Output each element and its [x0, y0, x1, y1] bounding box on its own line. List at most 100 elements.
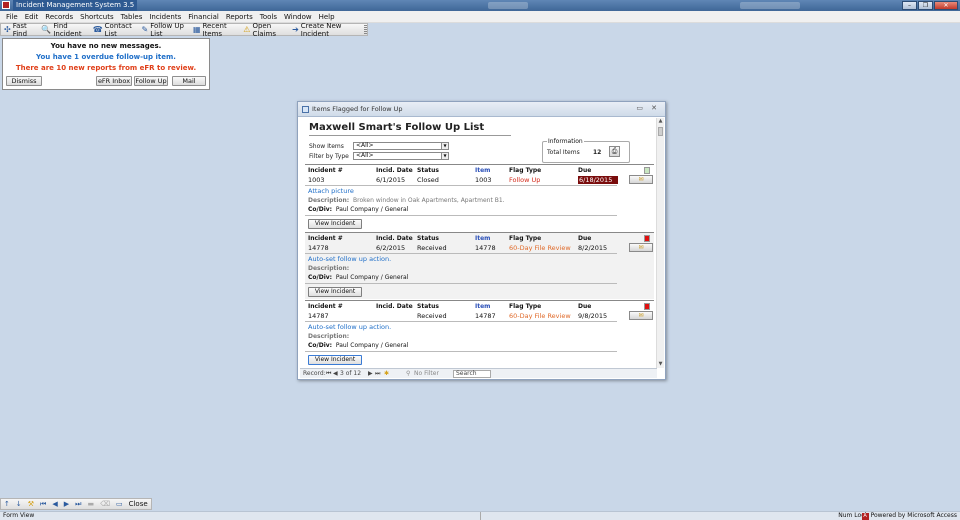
flag-action-button[interactable]: ✉ [629, 175, 653, 184]
menu-records[interactable]: Records [45, 13, 73, 21]
create-new-incident-button[interactable]: ➔ Create New Incident [292, 22, 356, 38]
row-divider [305, 321, 617, 322]
incident-date: 6/2/2015 [376, 244, 406, 252]
notification-buttons: Dismiss eFR Inbox Follow Up Mail [6, 76, 206, 86]
description-label: Description: [308, 333, 350, 340]
flag-action-button[interactable]: ✉ [629, 311, 653, 320]
close-form-icon[interactable]: ▭ [116, 500, 123, 508]
first-record-icon[interactable]: ⏮ [326, 369, 331, 378]
form-close-button[interactable]: ✕ [651, 104, 657, 112]
row-divider [305, 351, 617, 352]
first-record-icon[interactable]: ⏮ [40, 500, 46, 509]
form-title-bar: Items Flagged for Follow Up ▭ ✕ [298, 102, 665, 117]
incident-status: Received [417, 244, 447, 252]
menu-tools[interactable]: Tools [260, 13, 277, 21]
menu-financial[interactable]: Financial [188, 13, 219, 21]
incident-status: Received [417, 312, 447, 320]
follow-up-note: Attach picture [308, 187, 354, 195]
minimize-button[interactable]: – [902, 1, 917, 10]
sort-ascending-icon[interactable]: ↑ [4, 500, 10, 508]
flag-indicator [644, 303, 650, 310]
incident-number[interactable]: 14787 [308, 312, 329, 320]
contact-list-button[interactable]: ☎ Contact List [93, 22, 136, 38]
menu-shortcuts[interactable]: Shortcuts [80, 13, 113, 21]
view-incident-button[interactable]: View Incident [308, 219, 362, 229]
flag-indicator [644, 167, 650, 174]
scroll-thumb[interactable] [658, 127, 663, 136]
delete-record-icon[interactable]: ⌫ [100, 500, 110, 508]
incident-number[interactable]: 14778 [308, 244, 329, 252]
scroll-up-icon[interactable]: ▲ [657, 118, 664, 125]
chevron-down-icon[interactable]: ▼ [441, 142, 449, 150]
mail-button[interactable]: Mail [172, 76, 206, 86]
col-flag-type: Flag Type [509, 235, 542, 242]
next-record-icon[interactable]: ▶ [368, 369, 373, 378]
printer-icon[interactable]: ⎙ [609, 146, 620, 157]
record-card: Incident # Incid. Date Status Item Flag … [305, 300, 654, 367]
form-minimize-button[interactable]: ▭ [636, 104, 643, 112]
scroll-down-icon[interactable]: ▼ [657, 361, 664, 368]
menu-tables[interactable]: Tables [121, 13, 143, 21]
find-incident-button[interactable]: 🔍 Find Incident [41, 22, 86, 38]
open-claims-label: Open Claims [252, 21, 276, 38]
restore-button[interactable]: ❐ [918, 1, 933, 10]
next-record-icon[interactable]: ▶ [64, 500, 69, 508]
filter-type-label: Filter by Type [309, 153, 349, 160]
prev-record-icon[interactable]: ◀ [52, 500, 57, 508]
menu-window[interactable]: Window [284, 13, 312, 21]
record-search-input[interactable]: Search [453, 370, 491, 378]
efr-inbox-button[interactable]: eFR Inbox [96, 76, 132, 86]
last-record-icon[interactable]: ⏭ [375, 369, 380, 378]
menu-reports[interactable]: Reports [226, 13, 253, 21]
new-record-icon[interactable]: ✱ [384, 369, 389, 378]
pencil-icon: ✎ [141, 25, 149, 34]
close-window-button[interactable]: ✕ [934, 1, 958, 10]
powered-by: A Powered by Microsoft Access [861, 512, 957, 520]
contact-list-label: Contact List [104, 21, 132, 38]
last-record-icon[interactable]: ⏭ [75, 500, 81, 509]
flag-action-button[interactable]: ✉ [629, 243, 653, 252]
chevron-down-icon[interactable]: ▼ [441, 152, 449, 160]
total-items-label: Total Items [547, 149, 580, 156]
toolbar-grip[interactable] [363, 24, 367, 35]
prev-record-icon[interactable]: ◀ [333, 369, 338, 378]
close-form-button[interactable]: Close [129, 500, 148, 508]
bottom-toolbar: ↑ ↓ ⚒ ⏮ ◀ ▶ ⏭ ▬ ⌫ ▭ Close [0, 498, 152, 510]
menu-help[interactable]: Help [319, 13, 335, 21]
description-text: Broken window in Oak Apartments, Apartme… [353, 197, 505, 204]
menu-incidents[interactable]: Incidents [149, 13, 181, 21]
incident-number[interactable]: 1003 [308, 176, 325, 184]
dismiss-button[interactable]: Dismiss [6, 76, 42, 86]
powered-by-label: Powered by Microsoft Access [870, 512, 957, 519]
col-incident: Incident # [308, 303, 343, 310]
due-date: 9/8/2015 [578, 312, 608, 320]
incident-status: Closed [417, 176, 439, 184]
title-bar: Incident Management System 3.5 – ❐ ✕ [0, 0, 960, 11]
record-label: Record: [303, 370, 326, 377]
fast-find-icon: ✣ [4, 25, 11, 34]
no-filter-label[interactable]: No Filter [414, 369, 439, 378]
sort-descending-icon[interactable]: ↓ [16, 500, 22, 508]
flag-type-value: 60-Day File Review [509, 244, 571, 252]
col-incident: Incident # [308, 235, 343, 242]
view-incident-button[interactable]: View Incident [308, 355, 362, 365]
codiv-label: Co/Div: [308, 342, 333, 349]
form-scrollbar[interactable]: ▲ ▼ [656, 118, 664, 368]
menu-file[interactable]: File [6, 13, 18, 21]
recent-items-button[interactable]: ▦ Recent Items [193, 22, 237, 38]
form-heading: Maxwell Smart's Follow Up List [309, 122, 485, 133]
fast-find-button[interactable]: ✣ Fast Find [4, 22, 35, 38]
view-incident-button[interactable]: View Incident [308, 287, 362, 297]
filter-icon[interactable]: ⚲ [406, 369, 410, 378]
record-position[interactable]: 3 of 12 [340, 369, 361, 378]
menu-edit[interactable]: Edit [25, 13, 39, 21]
follow-up-list-button[interactable]: ✎ Follow Up List [142, 22, 187, 38]
follow-up-button[interactable]: Follow Up [134, 76, 168, 86]
show-items-combo[interactable]: <All> ▼ [353, 142, 449, 150]
open-claims-button[interactable]: ⚠ Open Claims [243, 22, 286, 38]
filter-type-combo[interactable]: <All> ▼ [353, 152, 449, 160]
new-record-icon[interactable]: ▬ [87, 500, 94, 508]
show-items-label: Show Items [309, 143, 344, 150]
filter-selection-icon[interactable]: ⚒ [28, 500, 34, 508]
status-bar: Form View Num Lock A Powered by Microsof… [0, 511, 960, 520]
